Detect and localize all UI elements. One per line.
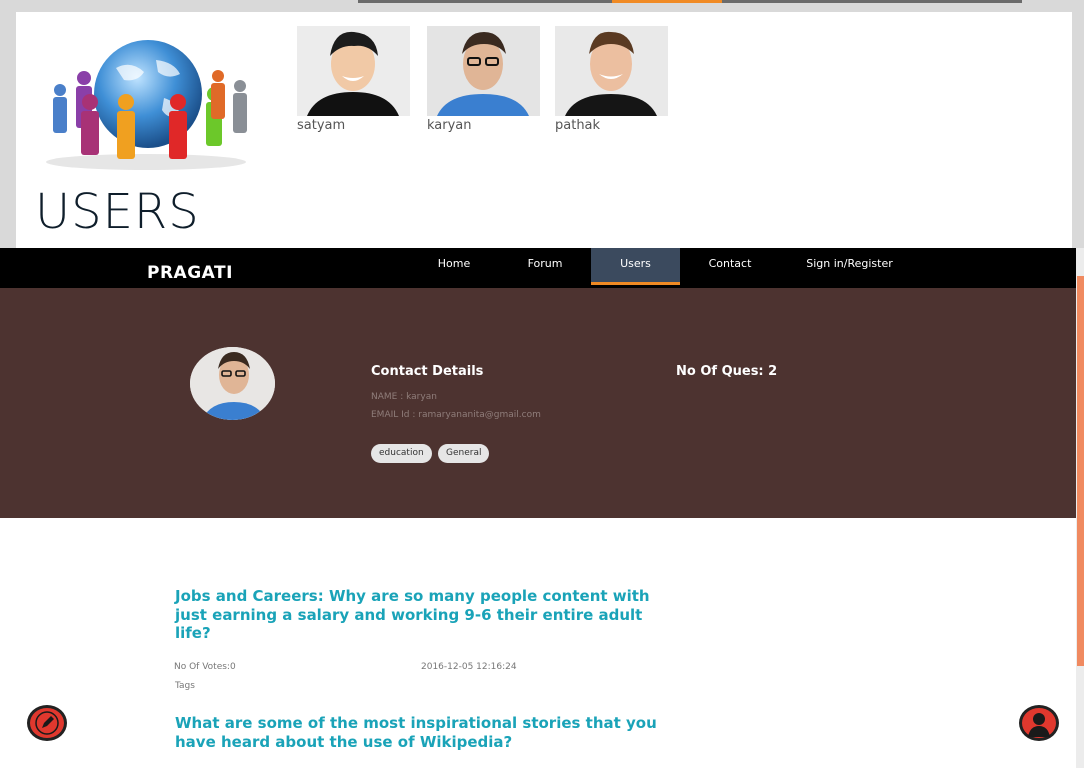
navbar: PRAGATI Home Forum Users Contact Sign in… bbox=[0, 248, 1076, 288]
profile-email: EMAIL Id : ramaryananita@gmail.com bbox=[371, 410, 541, 420]
header-card: satyam karyan pathak USERS bbox=[16, 12, 1072, 248]
user-card-karyan[interactable]: karyan bbox=[427, 26, 540, 133]
user-profile-button[interactable] bbox=[1019, 705, 1059, 741]
nav-users[interactable]: Users bbox=[591, 248, 680, 285]
nav-sign-in-register[interactable]: Sign in/Register bbox=[797, 248, 902, 285]
nav-home[interactable]: Home bbox=[424, 248, 484, 285]
tag-education[interactable]: education bbox=[371, 444, 432, 463]
user-name-pathak[interactable]: pathak bbox=[555, 118, 668, 133]
user-card-satyam[interactable]: satyam bbox=[297, 26, 410, 133]
user-photo-karyan[interactable] bbox=[427, 26, 540, 116]
page: satyam karyan pathak USERS PRAGATI Home … bbox=[0, 0, 1084, 768]
user-name-satyam[interactable]: satyam bbox=[297, 118, 410, 133]
top-accent bbox=[612, 0, 722, 3]
user-card-pathak[interactable]: pathak bbox=[555, 26, 668, 133]
question-date: 2016-12-05 12:16:24 bbox=[421, 662, 517, 672]
user-photo-satyam[interactable] bbox=[297, 26, 410, 116]
question-tags-label: Tags bbox=[175, 681, 195, 691]
page-title: USERS bbox=[35, 184, 200, 240]
profile-section: Contact Details NAME : karyan EMAIL Id :… bbox=[0, 288, 1076, 518]
profile-name: NAME : karyan bbox=[371, 392, 437, 402]
contact-details-heading: Contact Details bbox=[371, 364, 484, 379]
scrollbar-thumb[interactable] bbox=[1077, 276, 1084, 666]
nav-contact[interactable]: Contact bbox=[700, 248, 760, 285]
globe-people-logo bbox=[46, 40, 247, 170]
compose-button[interactable] bbox=[27, 705, 67, 741]
questions-list: Jobs and Careers: Why are so many people… bbox=[0, 518, 1076, 768]
brand-logo[interactable]: PRAGATI bbox=[147, 263, 233, 283]
user-name-karyan[interactable]: karyan bbox=[427, 118, 540, 133]
user-icon bbox=[1028, 713, 1050, 737]
pencil-icon bbox=[35, 711, 59, 735]
avatar bbox=[190, 347, 275, 420]
question-title[interactable]: What are some of the most inspirational … bbox=[175, 714, 665, 751]
nav-forum[interactable]: Forum bbox=[515, 248, 575, 285]
question-count: No Of Ques: 2 bbox=[676, 364, 778, 379]
user-photo-pathak[interactable] bbox=[555, 26, 668, 116]
question-title[interactable]: Jobs and Careers: Why are so many people… bbox=[175, 587, 665, 643]
tag-general[interactable]: General bbox=[438, 444, 490, 463]
top-strip bbox=[0, 0, 1084, 12]
question-votes: No Of Votes:0 bbox=[174, 662, 236, 672]
